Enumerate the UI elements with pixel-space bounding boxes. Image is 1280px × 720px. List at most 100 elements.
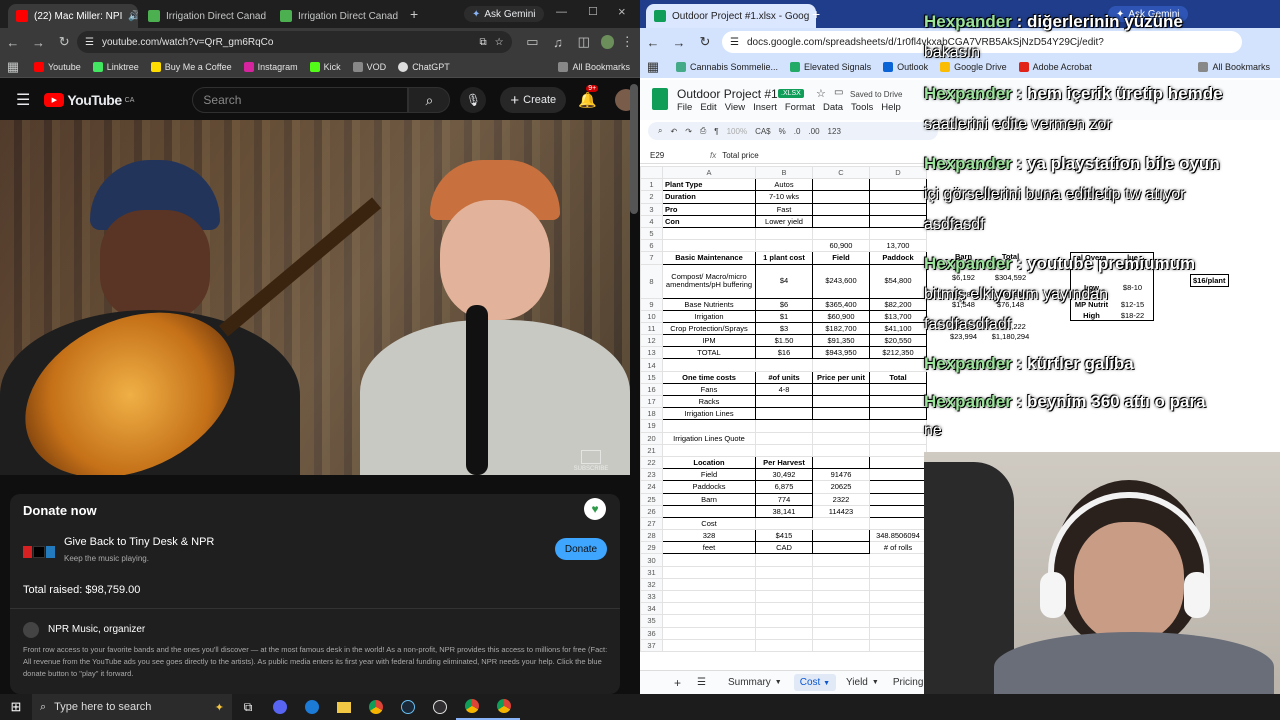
cell[interactable]: Fast (755, 202, 813, 216)
sheet-row[interactable]: 36 (640, 626, 927, 640)
search-input[interactable]: Search (192, 87, 409, 113)
windows-start-icon[interactable]: ⊞ (0, 694, 32, 720)
cell[interactable] (755, 431, 813, 445)
formula-input[interactable]: Total price (722, 151, 758, 160)
cell[interactable] (869, 226, 927, 241)
corner-cell[interactable] (640, 165, 663, 180)
row-number[interactable]: 33 (640, 589, 663, 604)
sheet-row[interactable]: 4 Con Lower yield (640, 214, 927, 228)
cell[interactable] (755, 358, 813, 372)
cell[interactable]: Paddock (869, 251, 927, 265)
chrome-window-2-icon[interactable] (488, 694, 520, 720)
cell[interactable]: Field (662, 468, 756, 482)
obs-icon[interactable] (424, 694, 456, 720)
cell[interactable]: 7-10 wks (755, 190, 813, 204)
sheets-logo-icon[interactable] (652, 88, 668, 110)
sheet-row[interactable]: 6 60,900 13,700 (640, 239, 927, 253)
cell[interactable]: 20625 (812, 480, 870, 494)
cell[interactable] (662, 577, 756, 592)
sheet-tab-yield[interactable]: Yield (846, 677, 868, 688)
cell[interactable] (812, 553, 870, 567)
row-number[interactable]: 28 (640, 529, 663, 543)
forward-icon[interactable]: → (666, 35, 692, 50)
cell[interactable] (755, 443, 813, 457)
sheet-row[interactable]: 28 328 $415 348.8506094 (640, 529, 927, 543)
chevron-down-icon[interactable]: ▼ (775, 679, 782, 686)
chrome-icon[interactable] (360, 694, 392, 720)
cell[interactable] (812, 419, 870, 433)
decrease-decimal[interactable]: .0 (794, 127, 801, 136)
page-scrollbar[interactable] (630, 84, 638, 214)
bookmark-chatgpt[interactable]: ChatGPT (398, 61, 450, 72)
cell[interactable] (812, 190, 870, 204)
cell[interactable]: 114423 (812, 504, 870, 518)
sheet-row[interactable]: 11 Crop Protection/Sprays $3 $182,700 $41,10… (640, 321, 927, 336)
cell[interactable]: $1 (755, 309, 813, 323)
cell[interactable] (755, 565, 813, 579)
undo-icon[interactable]: ↶ (670, 127, 677, 136)
install-icon[interactable]: ⧉ (479, 37, 486, 48)
sheet-row[interactable]: 12 IPM $1.50 $91,350 $20,550 (640, 334, 927, 348)
window-close-icon[interactable]: × (618, 4, 626, 19)
sheet-row[interactable]: 24 Paddocks 6,875 20625 (640, 480, 927, 494)
sheet-row[interactable]: 13 TOTAL $16 $943,950 $212,350 (640, 346, 927, 360)
cell[interactable] (662, 226, 756, 241)
forward-icon[interactable]: → (26, 35, 52, 50)
bookmark-linktree[interactable]: Linktree (92, 61, 139, 72)
bookmark-acrobat[interactable]: Adobe Acrobat (1018, 62, 1092, 72)
row-number[interactable]: 21 (640, 443, 663, 457)
cell[interactable] (869, 614, 927, 628)
cell[interactable]: CAD (755, 541, 813, 555)
cell[interactable]: $91,350 (812, 334, 870, 348)
cell[interactable]: $54,800 (869, 263, 927, 299)
cell[interactable] (869, 553, 927, 567)
sheet-row[interactable]: 22 Location Per Harvest (640, 455, 927, 470)
chrome-window-1-icon[interactable] (456, 694, 488, 720)
cell[interactable] (869, 468, 927, 482)
row-number[interactable]: 5 (640, 226, 663, 241)
column-header[interactable]: A (662, 165, 756, 180)
media-icon[interactable]: ♫ (545, 35, 571, 50)
bookmark-elevated[interactable]: Elevated Signals (790, 62, 871, 72)
row-number[interactable]: 37 (640, 638, 663, 652)
minimize-icon[interactable]: — (556, 6, 567, 18)
cell[interactable] (869, 577, 927, 592)
extension-icon[interactable]: ◫ (571, 34, 597, 50)
cell[interactable] (755, 419, 813, 433)
sheet-row[interactable]: 1 Plant Type Autos (640, 178, 927, 192)
sheet-row[interactable]: 7 Basic Maintenance 1 plant cost Field Paddo… (640, 251, 927, 265)
row-number[interactable]: 32 (640, 577, 663, 592)
sheet-row[interactable]: 35 (640, 614, 927, 628)
cell[interactable] (869, 407, 927, 421)
row-number[interactable]: 35 (640, 614, 663, 628)
cell[interactable] (812, 394, 870, 409)
cell[interactable]: Plant Type (662, 178, 756, 192)
address-bar[interactable]: ☰ youtube.com/watch?v=QrR_gm6RqCo ⧉ ☆ (77, 31, 512, 53)
cell[interactable]: feet (662, 541, 756, 555)
sheet-row[interactable]: 18 Irrigation Lines (640, 407, 927, 421)
cell[interactable] (755, 516, 813, 531)
sheet-row[interactable]: 20 Irrigation Lines Quote (640, 431, 927, 445)
cell[interactable]: Per Harvest (755, 455, 813, 470)
bookmark-buymeacoffee[interactable]: Buy Me a Coffee (150, 61, 232, 72)
cell[interactable] (869, 565, 927, 579)
address-bar[interactable]: ☰ docs.google.com/spreadsheets/d/1r0fl4v… (722, 31, 1242, 53)
sheet-row[interactable]: 23 Field 30,492 91476 (640, 468, 927, 482)
cell[interactable]: Autos (755, 178, 813, 192)
cell[interactable]: 91476 (812, 468, 870, 482)
cell[interactable] (869, 214, 927, 228)
cell[interactable] (869, 419, 927, 433)
search-menus-icon[interactable]: ⌕ (658, 126, 662, 136)
cell[interactable] (812, 565, 870, 579)
cell[interactable]: TOTAL (662, 346, 756, 360)
cell[interactable]: $82,200 (869, 297, 927, 311)
donate-button[interactable]: Donate (555, 538, 607, 560)
back-icon[interactable]: ← (640, 35, 666, 50)
row-number[interactable]: 22 (640, 455, 663, 470)
cell[interactable] (869, 504, 927, 518)
column-header[interactable]: C (812, 165, 870, 180)
cell[interactable]: $243,600 (812, 263, 870, 299)
row-number[interactable]: 26 (640, 504, 663, 518)
cell[interactable]: $3 (755, 321, 813, 336)
cell[interactable]: $943,950 (812, 346, 870, 360)
